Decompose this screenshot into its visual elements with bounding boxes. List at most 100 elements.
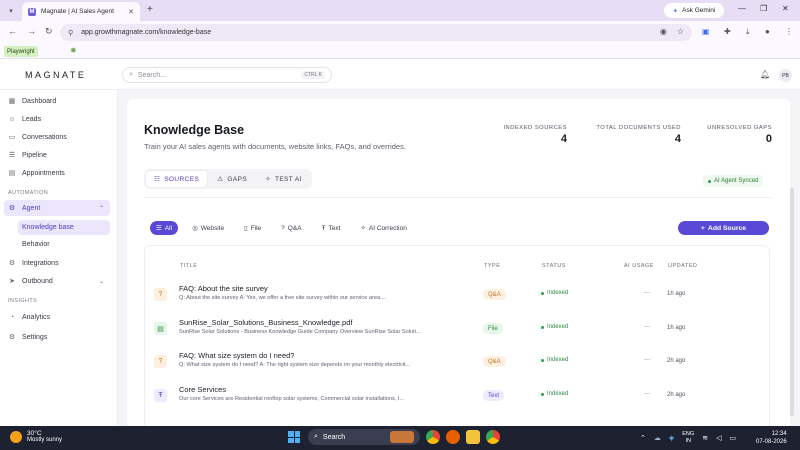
- filter-file[interactable]: ▯ File: [238, 221, 267, 235]
- search-bar[interactable]: ⌕ Search... CTRL K: [122, 67, 332, 83]
- extensions-puzzle-icon[interactable]: ✚: [724, 27, 731, 36]
- user-avatar[interactable]: PB: [779, 69, 792, 82]
- page-scrollbar[interactable]: [790, 188, 794, 416]
- sidebar-item-settings[interactable]: ⚙ Settings: [4, 329, 110, 345]
- search-highlight-image: [390, 431, 414, 443]
- filter-text[interactable]: Ŧ Text: [316, 221, 347, 235]
- windows-start-icon[interactable]: [286, 429, 302, 445]
- chrome-icon[interactable]: [426, 430, 440, 444]
- sidebar-item-outbound[interactable]: ➤ Outbound ⌄: [4, 273, 110, 289]
- battery-icon[interactable]: ▭: [729, 434, 736, 442]
- add-source-button[interactable]: + Add Source: [678, 221, 769, 235]
- stat-value: 4: [560, 133, 567, 145]
- sidebar-item-dashboard[interactable]: ▦ Dashboard: [4, 93, 110, 109]
- source-filters: ☰ All ◎ Website ▯ File ? Q&A Ŧ Text ✧ AI…: [150, 221, 413, 235]
- status-indexed: Indexed: [541, 324, 568, 330]
- column-header-title: TITLE: [180, 263, 198, 269]
- search-input[interactable]: Search...: [138, 72, 296, 79]
- extension-icon[interactable]: ▣: [702, 27, 710, 36]
- tab-test-ai[interactable]: ✧ TEST AI: [257, 171, 310, 187]
- bookmark-playwright[interactable]: Playwright: [4, 46, 38, 57]
- table-row[interactable]: Ŧ Core Services Our core Services are Re…: [144, 379, 768, 412]
- chrome-profile-icon[interactable]: [486, 430, 500, 444]
- updated-time: 1h ago: [667, 291, 686, 297]
- calendar-icon: ▤: [8, 170, 16, 177]
- sidebar-item-conversations[interactable]: ▭ Conversations: [4, 129, 110, 145]
- table-row[interactable]: ? FAQ: About the site survey Q: About th…: [144, 278, 768, 311]
- minimize-icon[interactable]: —: [738, 4, 746, 13]
- vpn-icon[interactable]: ◈: [669, 434, 674, 442]
- filter-label: File: [250, 224, 262, 232]
- sidebar-item-label: Integrations: [22, 259, 59, 267]
- search-icon: ⌕: [314, 433, 318, 440]
- address-bar[interactable]: ⚲ app.growthmagnate.com/knowledge-base ◉…: [60, 24, 692, 41]
- browser-tab[interactable]: M Magnate | AI Sales Agent ✕: [22, 2, 140, 21]
- firefox-icon[interactable]: [446, 430, 460, 444]
- sidebar-item-label: Conversations: [22, 133, 67, 141]
- forward-arrow-icon[interactable]: →: [27, 26, 36, 36]
- filter-website[interactable]: ◎ Website: [186, 221, 230, 235]
- status-label: Indexed: [547, 357, 569, 363]
- eye-off-icon[interactable]: ◉: [660, 27, 667, 36]
- close-window-icon[interactable]: ✕: [782, 4, 789, 13]
- chevron-up-icon[interactable]: ⌃: [640, 434, 646, 442]
- sidebar-item-knowledge-base[interactable]: Knowledge base: [18, 220, 110, 235]
- search-icon: ⌕: [129, 71, 133, 78]
- filter-qa[interactable]: ? Q&A: [275, 221, 307, 235]
- ask-gemini-button[interactable]: ✦ Ask Gemini: [664, 3, 724, 18]
- site-info-icon[interactable]: ⚲: [68, 29, 73, 37]
- file-explorer-icon[interactable]: [466, 430, 480, 444]
- volume-icon[interactable]: ◁: [716, 434, 721, 442]
- status-dot-icon: [541, 392, 544, 396]
- bookmark-app-icon[interactable]: ✸: [70, 46, 77, 55]
- restore-icon[interactable]: ❐: [760, 4, 767, 13]
- browser-menu-icon[interactable]: ⋮: [785, 27, 793, 36]
- sidebar-item-appointments[interactable]: ▤ Appointments: [4, 165, 110, 181]
- sidebar-item-behavior[interactable]: Behavior: [18, 237, 110, 252]
- tab-label: SOURCES: [164, 175, 200, 183]
- clock[interactable]: 12:34 07-08-2026: [756, 430, 787, 446]
- filter-ai-correction[interactable]: ✧ AI Correction: [354, 221, 412, 235]
- weather-temp: 30°C: [27, 430, 42, 437]
- weather-widget[interactable]: 30°C Mostly sunny: [10, 430, 62, 444]
- bookmark-star-icon[interactable]: ☆: [677, 27, 684, 36]
- lang-secondary: IN: [685, 437, 691, 444]
- question-icon: ?: [154, 355, 167, 368]
- analytics-icon: ◔: [9, 313, 15, 321]
- table-row[interactable]: ▤ SunRise_Solar_Solutions_Business_Knowl…: [144, 312, 768, 345]
- magnate-logo[interactable]: MAGNATE: [25, 70, 86, 80]
- tab-sources[interactable]: ☷ SOURCES: [146, 171, 208, 187]
- row-description: Q: About the site survey A: Yes, we offe…: [179, 295, 387, 301]
- filter-all[interactable]: ☰ All: [150, 221, 179, 235]
- gear-icon: ⚙: [8, 334, 16, 341]
- sidebar-item-analytics[interactable]: ◔ Analytics: [4, 309, 110, 325]
- sidebar-item-agent[interactable]: ⚙ Agent ⌃: [4, 200, 110, 216]
- notification-bell-icon[interactable]: 🔔︎: [760, 70, 770, 79]
- language-indicator[interactable]: ENG IN: [682, 431, 694, 444]
- sidebar-item-integrations[interactable]: ⚙ Integrations: [4, 255, 110, 271]
- wifi-icon[interactable]: ≋: [702, 434, 708, 442]
- pipeline-icon: ☰: [8, 152, 16, 159]
- onedrive-icon[interactable]: ☁: [654, 434, 661, 442]
- synced-dot-icon: [708, 179, 711, 183]
- ai-usage: —: [644, 357, 650, 363]
- type-badge: Text: [483, 390, 505, 401]
- type-badge: Q&A: [483, 356, 506, 367]
- reload-icon[interactable]: ↻: [45, 26, 53, 37]
- row-title: FAQ: About the site survey: [179, 284, 268, 293]
- add-source-label: Add Source: [707, 224, 747, 232]
- download-icon[interactable]: ⤓: [746, 27, 750, 37]
- taskbar-search[interactable]: ⌕ Search: [308, 429, 420, 445]
- tab-search-icon[interactable]: ▾: [6, 6, 16, 16]
- back-arrow-icon[interactable]: ←: [8, 26, 17, 36]
- stat-label: TOTAL DOCUMENTS USED: [596, 125, 681, 131]
- status-dot-icon: [541, 291, 544, 295]
- tab-gaps[interactable]: ⚠ GAPS: [209, 171, 255, 187]
- sidebar-item-pipeline[interactable]: ☰ Pipeline: [4, 147, 110, 163]
- sidebar-item-leads[interactable]: ☺ Leads: [4, 111, 110, 127]
- profile-icon[interactable]: ●: [765, 27, 770, 36]
- gemini-sparkle-icon: ✦: [672, 7, 679, 15]
- tab-close-icon[interactable]: ✕: [128, 8, 134, 16]
- table-row[interactable]: ? FAQ: What size system do I need? Q: Wh…: [144, 345, 768, 378]
- new-tab-button[interactable]: +: [147, 4, 153, 15]
